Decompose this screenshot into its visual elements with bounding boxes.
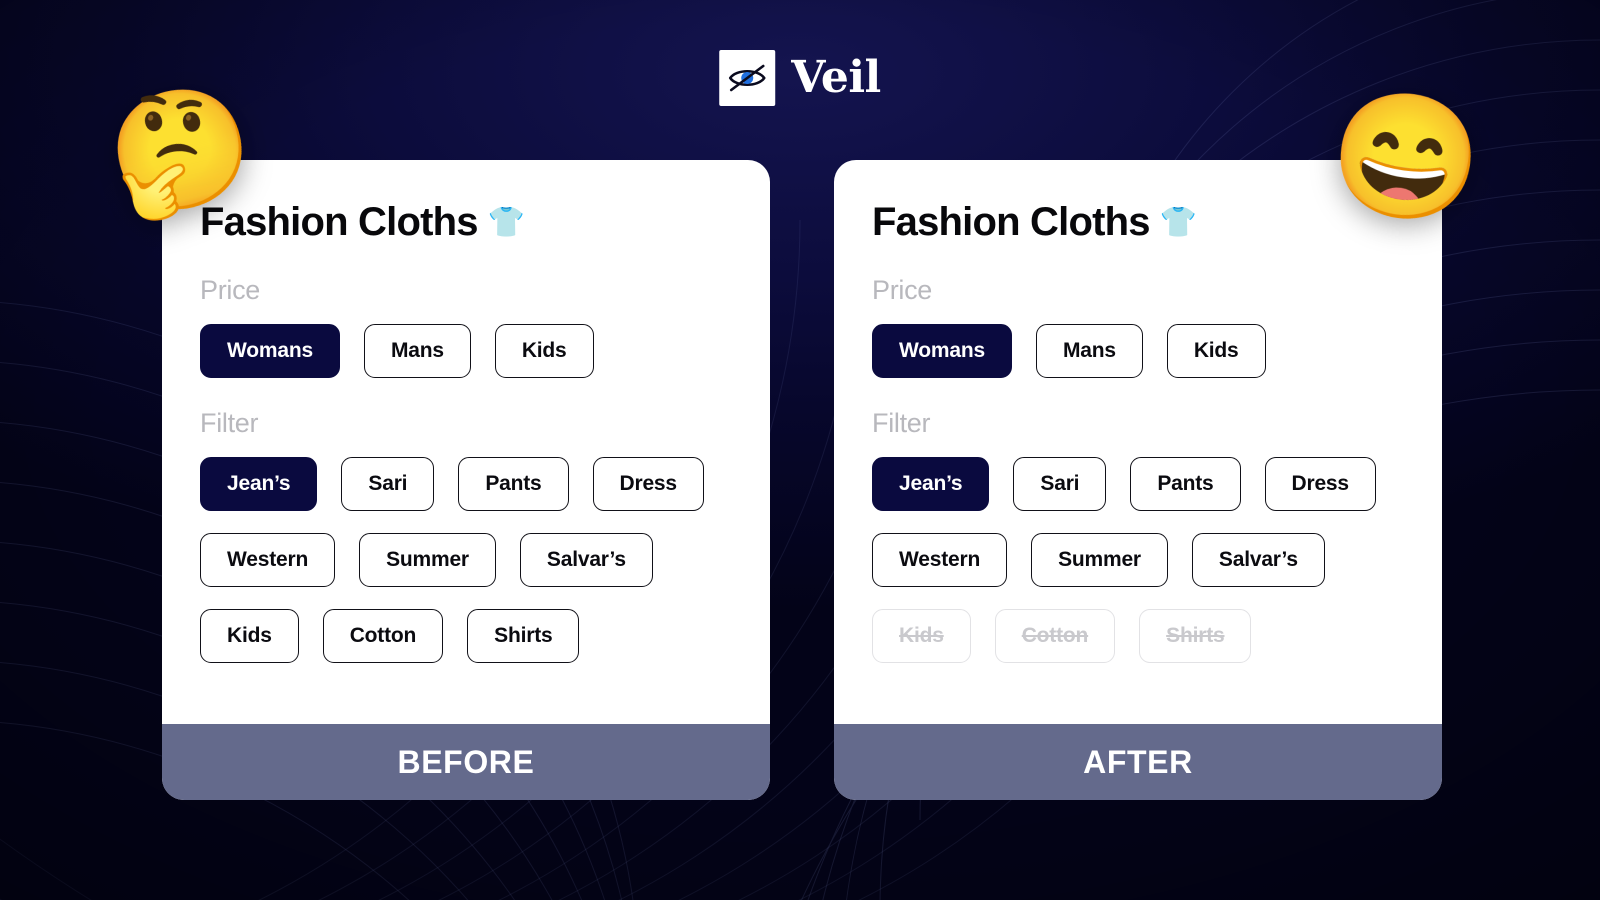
chip-price-mans[interactable]: Mans <box>1035 324 1143 378</box>
page-title: Fashion Cloths 👕 <box>200 200 730 245</box>
chip-filter-western[interactable]: Western <box>872 533 1008 587</box>
chip-filter-cotton: Cotton <box>994 609 1116 663</box>
price-section-label: Price <box>200 275 261 305</box>
before-panel-card: Fashion Cloths 👕 Price Womans Mans Kids … <box>162 160 770 800</box>
chip-filter-pants[interactable]: Pants <box>1130 457 1241 511</box>
chip-price-womans[interactable]: Womans <box>872 324 1012 378</box>
chip-filter-summer[interactable]: Summer <box>359 533 496 587</box>
price-section-label: Price <box>872 275 933 305</box>
after-footer-label: AFTER <box>834 724 1442 800</box>
chip-filter-jeans[interactable]: Jean’s <box>200 457 318 511</box>
clothing-emoji: 👕 <box>487 205 525 239</box>
after-card-body: Fashion Cloths 👕 Price Womans Mans Kids … <box>834 160 1442 724</box>
price-chip-group: Womans Mans Kids <box>872 324 1402 378</box>
page-title-text: Fashion Cloths <box>872 200 1150 244</box>
price-chip-group: Womans Mans Kids <box>200 324 730 378</box>
chip-price-mans[interactable]: Mans <box>363 324 471 378</box>
chip-filter-pants[interactable]: Pants <box>458 457 569 511</box>
chip-filter-shirts: Shirts <box>1139 609 1252 663</box>
chip-filter-sari[interactable]: Sari <box>1013 457 1107 511</box>
filter-chip-group: Jean’s Sari Pants Dress Western Summer S… <box>200 457 730 663</box>
chip-filter-summer[interactable]: Summer <box>1031 533 1168 587</box>
thinking-face-emoji: 🤔 <box>94 69 267 231</box>
chip-filter-dress[interactable]: Dress <box>592 457 704 511</box>
chip-filter-salvars[interactable]: Salvar’s <box>1191 533 1325 587</box>
page-title-text: Fashion Cloths <box>200 200 478 244</box>
clothing-emoji: 👕 <box>1159 205 1197 239</box>
chip-price-kids[interactable]: Kids <box>1166 324 1266 378</box>
brand-name: Veil <box>791 52 881 103</box>
chip-filter-western[interactable]: Western <box>200 533 336 587</box>
brand-logo: Veil <box>719 50 881 106</box>
chip-filter-kids[interactable]: Kids <box>200 609 299 663</box>
chip-filter-cotton[interactable]: Cotton <box>322 609 444 663</box>
chip-filter-kids: Kids <box>872 609 971 663</box>
chip-filter-sari[interactable]: Sari <box>341 457 435 511</box>
chip-price-kids[interactable]: Kids <box>494 324 594 378</box>
chip-filter-salvars[interactable]: Salvar’s <box>519 533 653 587</box>
before-card-body: Fashion Cloths 👕 Price Womans Mans Kids … <box>162 160 770 724</box>
filter-section-label: Filter <box>200 408 259 438</box>
grinning-face-emoji: 😄 <box>1321 79 1491 235</box>
after-panel-card: Fashion Cloths 👕 Price Womans Mans Kids … <box>834 160 1442 800</box>
chip-filter-jeans[interactable]: Jean’s <box>872 457 990 511</box>
chip-price-womans[interactable]: Womans <box>200 324 340 378</box>
filter-chip-group: Jean’s Sari Pants Dress Western Summer S… <box>872 457 1402 663</box>
chip-filter-shirts[interactable]: Shirts <box>467 609 580 663</box>
before-footer-label: BEFORE <box>162 724 770 800</box>
filter-section-label: Filter <box>872 408 931 438</box>
chip-filter-dress[interactable]: Dress <box>1264 457 1376 511</box>
eye-slash-icon <box>719 50 776 106</box>
